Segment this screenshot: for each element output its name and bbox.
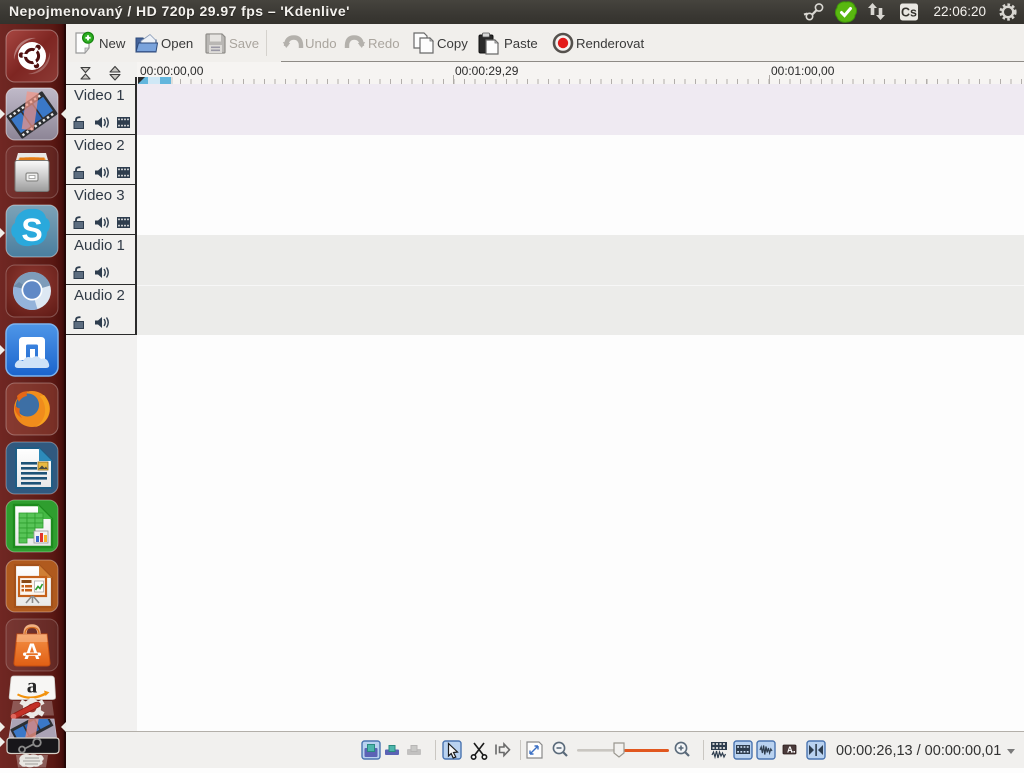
- svg-text:A: A: [24, 639, 40, 664]
- svg-text:Cs: Cs: [901, 6, 917, 20]
- svg-text:S: S: [21, 212, 42, 248]
- svg-text:a: a: [27, 674, 38, 698]
- svg-text:A: A: [787, 746, 793, 755]
